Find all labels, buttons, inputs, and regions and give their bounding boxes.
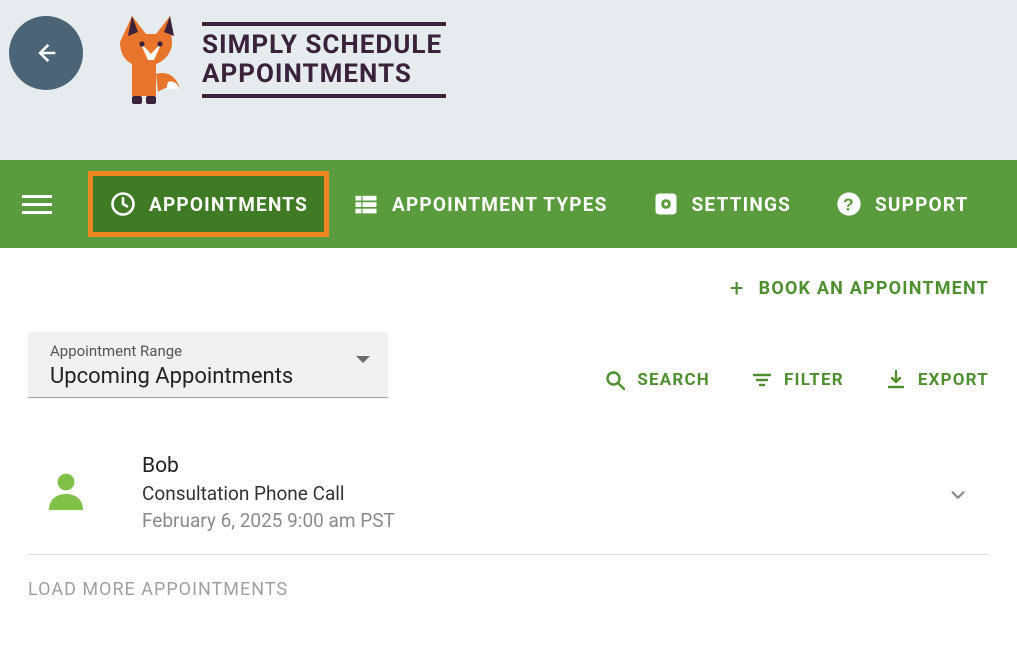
nav-settings[interactable]: SETTINGS	[631, 171, 812, 237]
nav-label: SUPPORT	[875, 193, 969, 216]
appointments-list: Bob Consultation Phone Call February 6, …	[28, 446, 989, 555]
range-value: Upcoming Appointments	[50, 364, 372, 389]
book-label: BOOK AN APPOINTMENT	[759, 278, 989, 299]
appointment-row[interactable]: Bob Consultation Phone Call February 6, …	[28, 446, 989, 555]
expand-row-button[interactable]	[947, 484, 969, 510]
fox-logo-icon	[108, 14, 188, 106]
content-area: + BOOK AN APPOINTMENT Appointment Range …	[0, 248, 1017, 628]
chevron-down-icon	[947, 484, 969, 506]
range-label: Appointment Range	[50, 342, 372, 360]
avatar	[42, 466, 90, 518]
search-label: SEARCH	[637, 370, 710, 390]
back-button[interactable]	[9, 16, 83, 90]
clock-icon	[109, 190, 137, 218]
arrow-left-icon	[32, 39, 60, 67]
nav-label: APPOINTMENT TYPES	[392, 193, 608, 216]
gear-icon	[652, 190, 680, 218]
nav-support[interactable]: ? SUPPORT	[814, 171, 990, 237]
person-icon	[42, 466, 90, 514]
header-area: SIMPLY SCHEDULE APPOINTMENTS	[0, 0, 1017, 160]
main-navbar: APPOINTMENTS APPOINTMENT TYPES SETTINGS …	[0, 160, 1017, 248]
filter-button[interactable]: FILTER	[750, 368, 844, 392]
search-icon	[603, 368, 627, 392]
download-icon	[884, 368, 908, 392]
nav-appointments[interactable]: APPOINTMENTS	[88, 171, 329, 237]
list-icon	[352, 190, 380, 218]
logo-line1: SIMPLY SCHEDULE	[202, 32, 446, 59]
export-button[interactable]: EXPORT	[884, 368, 989, 392]
appointment-type: Consultation Phone Call	[142, 482, 947, 505]
filter-label: FILTER	[784, 370, 844, 390]
menu-toggle-button[interactable]	[22, 182, 66, 226]
load-more-button[interactable]: LOAD MORE APPOINTMENTS	[28, 579, 989, 600]
nav-label: SETTINGS	[692, 193, 791, 216]
appointment-customer-name: Bob	[142, 454, 947, 478]
filter-icon	[750, 368, 774, 392]
help-icon: ?	[835, 190, 863, 218]
book-appointment-button[interactable]: + BOOK AN APPOINTMENT	[730, 276, 989, 300]
nav-label: APPOINTMENTS	[149, 193, 308, 216]
search-button[interactable]: SEARCH	[603, 368, 710, 392]
logo-line2: APPOINTMENTS	[202, 61, 446, 88]
appointment-range-select[interactable]: Appointment Range Upcoming Appointments	[28, 332, 388, 398]
appointment-datetime: February 6, 2025 9:00 am PST	[142, 509, 947, 532]
nav-appointment-types[interactable]: APPOINTMENT TYPES	[331, 171, 629, 237]
plus-icon: +	[730, 276, 745, 300]
chevron-down-icon	[356, 356, 370, 363]
export-label: EXPORT	[918, 370, 989, 390]
svg-text:?: ?	[843, 194, 855, 214]
app-logo: SIMPLY SCHEDULE APPOINTMENTS	[108, 14, 446, 106]
